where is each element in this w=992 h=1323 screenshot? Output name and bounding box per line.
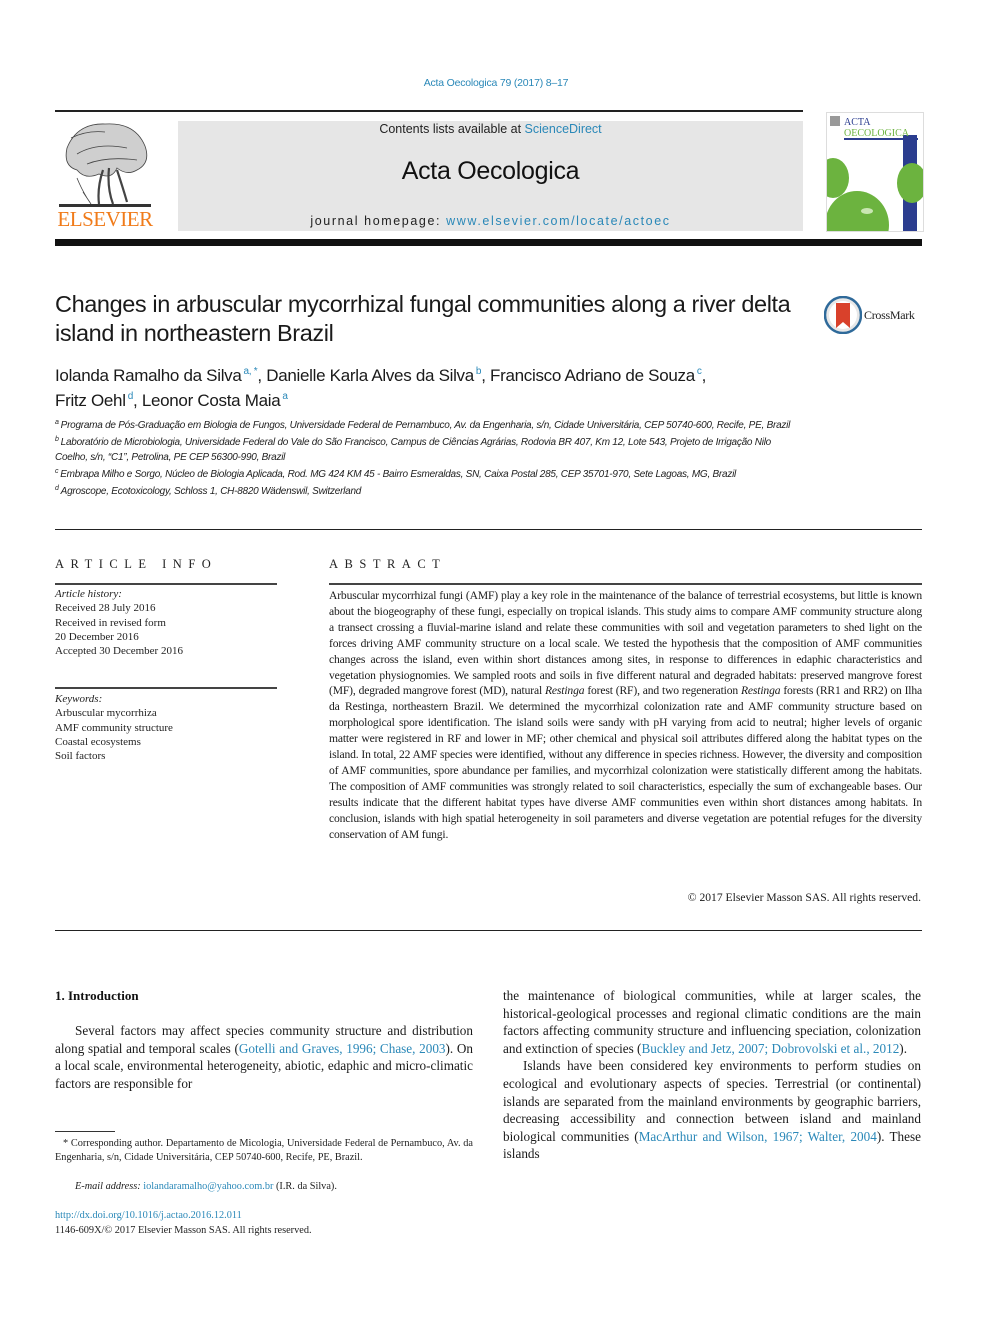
email-suffix: (I.R. da Silva). <box>273 1181 337 1192</box>
journal-title: Acta Oecologica <box>401 157 580 185</box>
keyword: Arbuscular mycorrhiza <box>55 707 157 720</box>
affiliation: d Agroscope, Ecotoxicology, Schloss 1, CH… <box>55 485 362 498</box>
crossmark-label: CrossMark <box>864 308 915 322</box>
abstract-heading: ABSTRACT <box>329 557 447 571</box>
affiliations: a Programa de Pós-Graduação em Biologia d… <box>55 416 800 499</box>
journal-cover-image[interactable]: ACTA OECOLOGICA <box>826 112 924 232</box>
doi-link[interactable]: http://dx.doi.org/10.1016/j.actao.2016.1… <box>55 1210 242 1221</box>
abstract-rule <box>329 583 922 585</box>
history-label: Article history: <box>55 588 122 600</box>
citation-link[interactable]: Gotelli and Graves, 1996; Chase, 2003 <box>239 1041 446 1056</box>
sciencedirect-link[interactable]: ScienceDirect <box>525 122 602 136</box>
affiliation: c Embrapa Milho e Sorgo, Núcleo de Biolog… <box>55 467 737 480</box>
header-rule <box>55 110 803 112</box>
issn-line: 1146-609X/© 2017 Elsevier Masson SAS. Al… <box>55 1225 312 1236</box>
article-info-heading: ARTICLE INFO <box>55 557 218 571</box>
intro-paragraph: the maintenance of biological communitie… <box>503 988 921 1056</box>
body-divider <box>55 930 922 931</box>
intro-paragraph: Islands have been considered key environ… <box>503 1058 921 1162</box>
journal-cover-art: ACTA OECOLOGICA <box>827 113 923 231</box>
corresponding-author-note: * Corresponding author. Departamento de … <box>55 1138 473 1164</box>
homepage-line: journal homepage: www.elsevier.com/locat… <box>178 214 803 228</box>
elsevier-wordmark: ELSEVIER <box>57 207 153 231</box>
abstract-text: Arbuscular mycorrhizal fungi (AMF) play … <box>329 589 923 841</box>
contents-prefix: Contents lists available at <box>379 122 525 136</box>
citation-link[interactable]: Buckley and Jetz, 2007; Dobrovolski et a… <box>641 1041 899 1056</box>
affiliation: b Laboratório de Microbiologia, Universid… <box>55 436 771 463</box>
article-history: Article history: Received 28 July 2016 R… <box>55 587 277 658</box>
section-divider <box>55 529 922 530</box>
homepage-link[interactable]: www.elsevier.com/locate/actoec <box>446 214 670 228</box>
crossmark-icon <box>824 296 862 334</box>
homepage-prefix: journal homepage: <box>310 214 447 228</box>
crossmark-button[interactable]: CrossMark <box>824 296 924 336</box>
author[interactable]: Fritz Oehl d <box>55 391 133 410</box>
elsevier-tree-icon <box>59 123 151 207</box>
journal-banner: Contents lists available at ScienceDirec… <box>178 121 803 231</box>
keywords-label: Keywords: <box>55 693 103 705</box>
author[interactable]: Iolanda Ramalho da Silva a, * <box>55 366 258 385</box>
author-affil-link[interactable]: a <box>282 391 288 402</box>
keywords: Keywords: Arbuscular mycorrhiza AMF comm… <box>55 692 277 763</box>
author[interactable]: Leonor Costa Maia a <box>142 391 288 410</box>
history-item: Received 28 July 2016 <box>55 602 156 615</box>
keyword: AMF community structure <box>55 721 173 734</box>
footnote-rule <box>55 1131 115 1132</box>
article-title: Changes in arbuscular mycorrhizal fungal… <box>55 291 791 346</box>
keyword: Soil factors <box>55 750 106 763</box>
elsevier-logo[interactable]: ELSEVIER <box>53 118 157 232</box>
affiliation: a Programa de Pós-Graduação em Biologia d… <box>55 419 791 431</box>
author-affil-link[interactable]: a, * <box>244 366 258 377</box>
article-info-rule <box>55 583 277 585</box>
history-item: 20 December 2016 <box>55 630 139 643</box>
author[interactable]: Danielle Karla Alves da Silva b <box>266 366 481 385</box>
keywords-rule <box>55 687 277 689</box>
intro-right-column: the maintenance of biological communitie… <box>503 987 921 1163</box>
citation-link[interactable]: MacArthur and Wilson, 1967; Walter, 2004 <box>639 1129 877 1144</box>
introduction-heading: 1. Introduction <box>55 988 139 1003</box>
svg-text:ACTA: ACTA <box>844 117 871 128</box>
intro-paragraph: Several factors may affect species commu… <box>55 1023 473 1091</box>
email-line: E-mail address: iolandaramalho@yahoo.com… <box>75 1181 337 1192</box>
header-thick-rule <box>55 239 922 246</box>
author-list: Iolanda Ramalho da Silva a, *, Danielle K… <box>55 366 707 410</box>
email-link[interactable]: iolandaramalho@yahoo.com.br <box>143 1181 273 1192</box>
svg-text:OECOLOGICA: OECOLOGICA <box>844 128 910 139</box>
contents-line: Contents lists available at ScienceDirec… <box>178 122 803 136</box>
history-item: Received in revised form <box>55 616 166 629</box>
journal-citation-link[interactable]: Acta Oecologica 79 (2017) 8–17 <box>0 77 992 89</box>
abstract-copyright: © 2017 Elsevier Masson SAS. All rights r… <box>687 891 921 904</box>
author[interactable]: Francisco Adriano de Souza c <box>490 366 702 385</box>
keyword: Coastal ecosystems <box>55 735 141 748</box>
history-item: Accepted 30 December 2016 <box>55 645 183 658</box>
email-label: E-mail address: <box>75 1181 144 1192</box>
